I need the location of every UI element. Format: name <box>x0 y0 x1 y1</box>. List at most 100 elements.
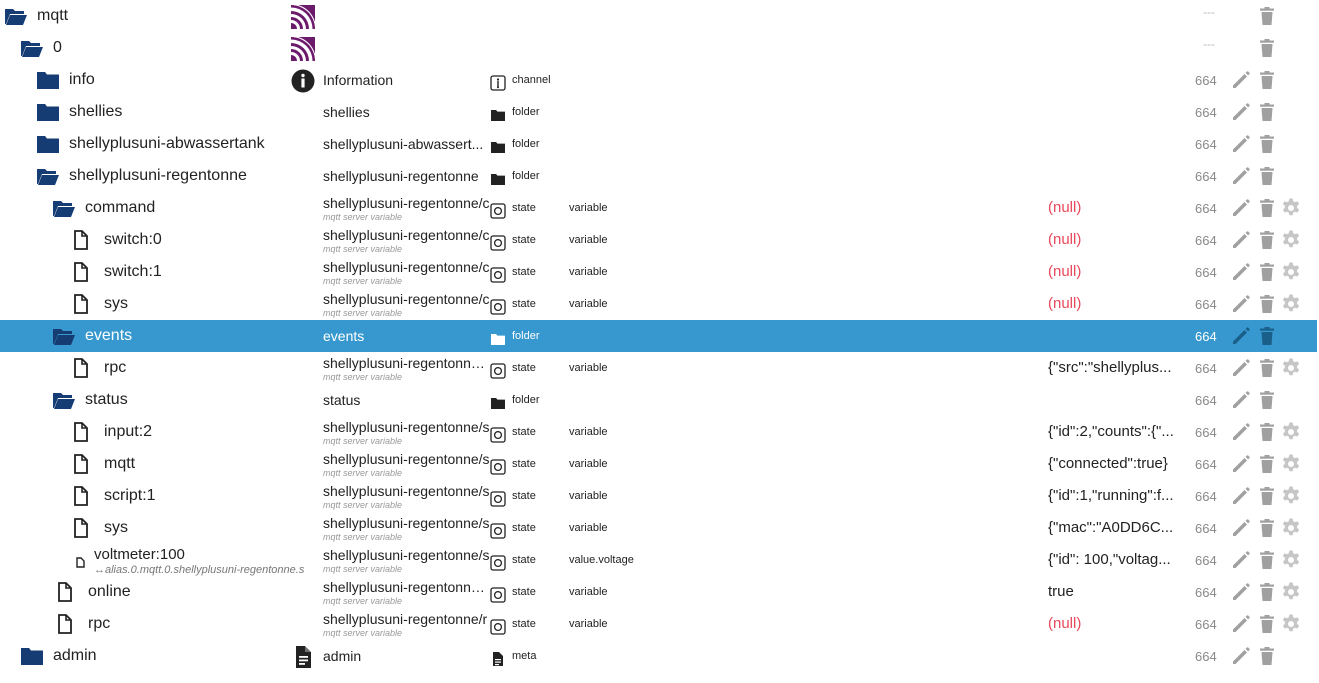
edit-icon[interactable] <box>1230 133 1252 155</box>
edit-icon[interactable] <box>1230 517 1252 539</box>
tree-row-sys[interactable]: sys shellyplusuni-regentonne/c mqtt server… <box>0 288 1317 320</box>
delete-icon[interactable] <box>1256 261 1278 283</box>
object-value[interactable]: (null) <box>1048 288 1188 320</box>
file-icon[interactable] <box>52 582 76 602</box>
object-name[interactable]: online <box>88 576 320 608</box>
object-value[interactable]: {"mac":"A0DD6C... <box>1048 512 1188 544</box>
settings-icon[interactable] <box>1280 421 1302 443</box>
file-icon[interactable] <box>68 486 92 506</box>
tree-row-input-2[interactable]: input:2 shellyplusuni-regentonne/s mqtt se… <box>0 416 1317 448</box>
tree-row-0[interactable]: 0 --- <box>0 32 1317 64</box>
edit-icon[interactable] <box>1230 613 1252 635</box>
edit-icon[interactable] <box>1230 485 1252 507</box>
object-value[interactable]: {"connected":true} <box>1048 448 1188 480</box>
file-icon[interactable] <box>68 230 92 250</box>
settings-icon[interactable] <box>1280 485 1302 507</box>
delete-icon[interactable] <box>1256 453 1278 475</box>
edit-icon[interactable] <box>1230 389 1252 411</box>
file-icon[interactable] <box>68 454 92 474</box>
object-name[interactable]: admin <box>53 640 320 672</box>
edit-icon[interactable] <box>1230 101 1252 123</box>
delete-icon[interactable] <box>1256 357 1278 379</box>
object-name[interactable]: 0 <box>53 32 320 64</box>
folder-open-icon[interactable] <box>4 6 28 26</box>
settings-icon[interactable] <box>1280 517 1302 539</box>
object-value[interactable]: (null) <box>1048 224 1188 256</box>
delete-icon[interactable] <box>1256 421 1278 443</box>
settings-icon[interactable] <box>1280 293 1302 315</box>
tree-row-switch-0[interactable]: switch:0 shellyplusuni-regentonne/c mqtt s… <box>0 224 1317 256</box>
object-name[interactable]: mqtt <box>104 448 320 480</box>
delete-icon[interactable] <box>1256 485 1278 507</box>
file-small-icon[interactable] <box>68 550 92 570</box>
edit-icon[interactable] <box>1230 453 1252 475</box>
folder-open-icon[interactable] <box>52 390 76 410</box>
delete-icon[interactable] <box>1256 229 1278 251</box>
delete-icon[interactable] <box>1256 133 1278 155</box>
file-icon[interactable] <box>68 294 92 314</box>
object-value[interactable]: {"src":"shellyplus... <box>1048 352 1188 384</box>
folder-icon[interactable] <box>36 70 60 90</box>
tree-row-shellyplusuni-regentonne[interactable]: shellyplusuni-regentonne shellyplusuni-re… <box>0 160 1317 192</box>
folder-icon[interactable] <box>36 134 60 154</box>
settings-icon[interactable] <box>1280 549 1302 571</box>
object-name[interactable]: input:2 <box>104 416 320 448</box>
tree-row-online[interactable]: online shellyplusuni-regentonne/o mqtt ser… <box>0 576 1317 608</box>
object-value[interactable]: {"id":1,"running":f... <box>1048 480 1188 512</box>
object-name[interactable]: sys <box>104 512 320 544</box>
delete-icon[interactable] <box>1256 165 1278 187</box>
object-name[interactable]: status <box>85 384 320 416</box>
edit-icon[interactable] <box>1230 645 1252 667</box>
folder-open-icon[interactable] <box>20 38 44 58</box>
object-name[interactable]: script:1 <box>104 480 320 512</box>
object-value[interactable]: (null) <box>1048 608 1188 640</box>
object-name[interactable]: events <box>85 320 320 352</box>
file-icon[interactable] <box>68 262 92 282</box>
file-icon[interactable] <box>68 422 92 442</box>
edit-icon[interactable] <box>1230 229 1252 251</box>
tree-row-script-1[interactable]: script:1 shellyplusuni-regentonne/s mqtt s… <box>0 480 1317 512</box>
edit-icon[interactable] <box>1230 261 1252 283</box>
folder-open-icon[interactable] <box>52 326 76 346</box>
alias-link[interactable]: ↔alias.0.mqtt.0.shellyplusuni-regentonne… <box>94 564 304 576</box>
object-name[interactable]: shellyplusuni-abwassertank <box>69 128 320 160</box>
file-icon[interactable] <box>68 358 92 378</box>
folder-icon[interactable] <box>20 646 44 666</box>
tree-row-command[interactable]: command shellyplusuni-regentonne/c mqtt se… <box>0 192 1317 224</box>
tree-row-shellies[interactable]: shellies shellies folder 664 <box>0 96 1317 128</box>
tree-row-mqtt[interactable]: mqtt shellyplusuni-regentonne/s mqtt serve… <box>0 448 1317 480</box>
settings-icon[interactable] <box>1280 229 1302 251</box>
delete-icon[interactable] <box>1256 549 1278 571</box>
folder-open-icon[interactable] <box>52 198 76 218</box>
object-name[interactable]: info <box>69 64 320 96</box>
edit-icon[interactable] <box>1230 325 1252 347</box>
edit-icon[interactable] <box>1230 293 1252 315</box>
tree-row-mqtt[interactable]: mqtt --- <box>0 0 1317 32</box>
object-name[interactable]: switch:0 <box>104 224 320 256</box>
delete-icon[interactable] <box>1256 325 1278 347</box>
tree-row-events[interactable]: events events folder 664 <box>0 320 1317 352</box>
tree-row-rpc[interactable]: rpc shellyplusuni-regentonne/e mqtt server… <box>0 352 1317 384</box>
edit-icon[interactable] <box>1230 69 1252 91</box>
object-name[interactable]: shellies <box>69 96 320 128</box>
object-name[interactable]: switch:1 <box>104 256 320 288</box>
settings-icon[interactable] <box>1280 357 1302 379</box>
object-name[interactable]: voltmeter:100 ↔alias.0.mqtt.0.shellyplusu… <box>94 544 320 576</box>
delete-icon[interactable] <box>1256 581 1278 603</box>
edit-icon[interactable] <box>1230 197 1252 219</box>
delete-icon[interactable] <box>1256 645 1278 667</box>
object-value[interactable]: true <box>1048 576 1188 608</box>
folder-open-icon[interactable] <box>36 166 60 186</box>
tree-row-info[interactable]: info Information channel 664 <box>0 64 1317 96</box>
delete-icon[interactable] <box>1256 69 1278 91</box>
tree-row-shellyplusuni-abwassertank[interactable]: shellyplusuni-abwassertank shellyplusuni-… <box>0 128 1317 160</box>
settings-icon[interactable] <box>1280 613 1302 635</box>
delete-icon[interactable] <box>1256 5 1278 27</box>
tree-row-rpc[interactable]: rpc shellyplusuni-regentonne/r mqtt server… <box>0 608 1317 640</box>
object-value[interactable]: (null) <box>1048 192 1188 224</box>
settings-icon[interactable] <box>1280 453 1302 475</box>
tree-row-admin[interactable]: admin admin meta 664 <box>0 640 1317 672</box>
object-name[interactable]: command <box>85 192 320 224</box>
edit-icon[interactable] <box>1230 421 1252 443</box>
tree-row-sys[interactable]: sys shellyplusuni-regentonne/s mqtt server… <box>0 512 1317 544</box>
